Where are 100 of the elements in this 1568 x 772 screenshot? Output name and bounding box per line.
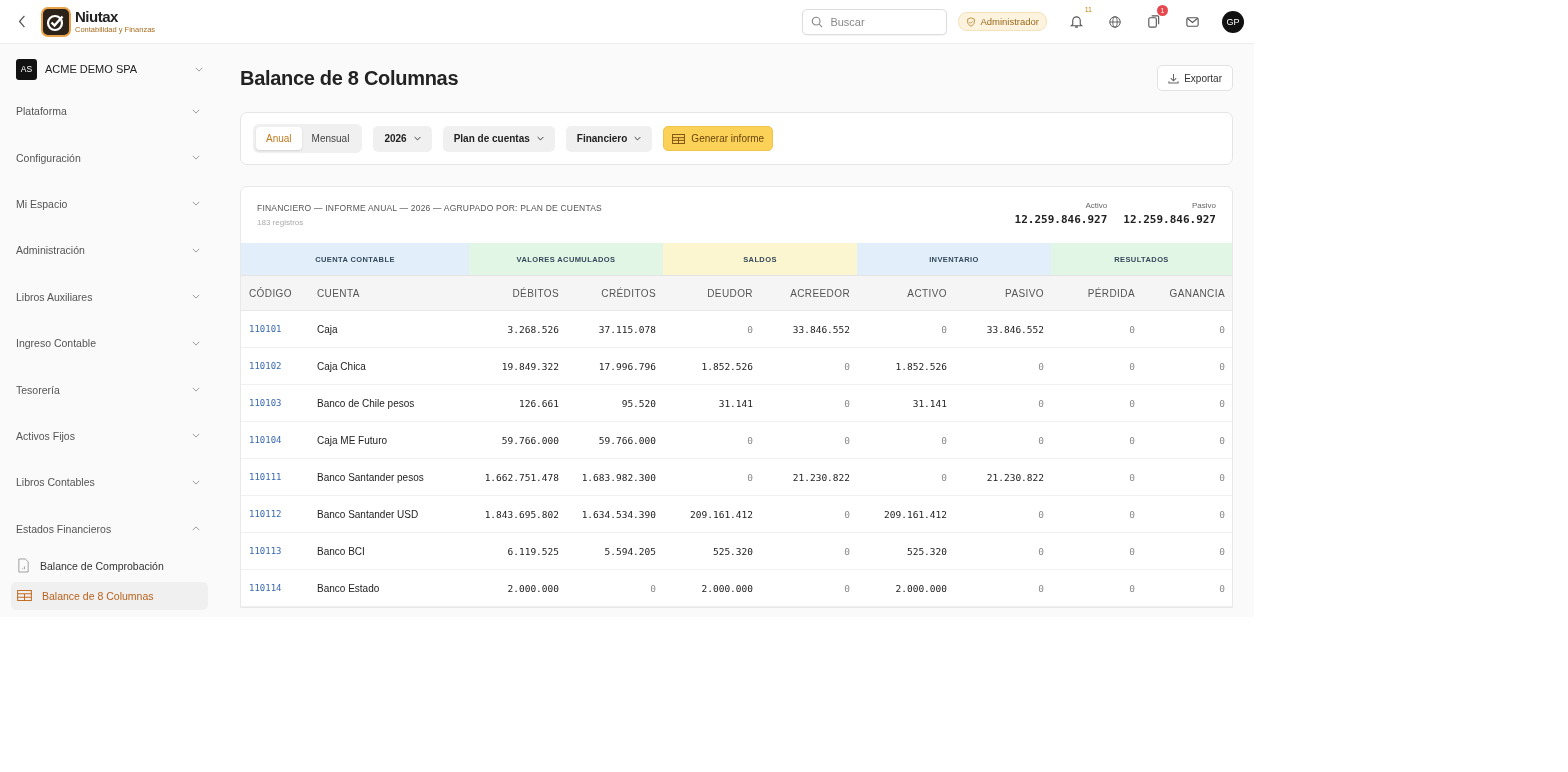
table-cell-text: 0: [843, 544, 851, 559]
filter-dropdown[interactable]: 2026: [373, 125, 432, 152]
table-cell-text: 0: [746, 322, 754, 337]
sidebar-section[interactable]: Ingreso Contable: [11, 319, 208, 367]
total-value: 12.259.846.927: [1014, 213, 1108, 226]
table-cell-text: 0: [1128, 433, 1136, 448]
account-code-link[interactable]: 110102: [241, 348, 309, 384]
account-code-link[interactable]: 110101: [241, 311, 309, 347]
account-code-link[interactable]: 110103: [241, 385, 309, 421]
chevron-down-icon: [192, 479, 200, 485]
table-cell-text: 0: [1037, 581, 1045, 596]
user-avatar[interactable]: GP: [1222, 10, 1244, 33]
table-cell-text: 0: [843, 507, 851, 522]
column-header: GANANCIA: [1168, 286, 1226, 301]
table-cell-text: 0: [746, 433, 754, 448]
total-label: Activo: [1085, 201, 1108, 210]
sidebar-item[interactable]: Balance de Comprobación: [11, 551, 208, 580]
company-name: ACME DEMO SPA: [45, 63, 139, 75]
chevron-up-icon: [192, 526, 200, 532]
sidebar-section[interactable]: Libros Auxiliares: [11, 273, 208, 320]
back-icon[interactable]: [18, 15, 26, 28]
table-cell-text: 0: [1037, 507, 1045, 522]
account-code-link[interactable]: 110104: [241, 422, 309, 458]
table-cell-text: 2.000.000: [700, 581, 754, 596]
sidebar-section[interactable]: Administración: [11, 227, 208, 274]
table-cell-text: 19.849.322: [500, 359, 560, 374]
column-header: DEUDOR: [706, 286, 754, 301]
export-button[interactable]: Exportar: [1157, 65, 1233, 91]
account-code-link[interactable]: 110112: [241, 496, 309, 532]
sidebar-section[interactable]: Configuración: [11, 134, 208, 181]
page-title: Balance de 8 Columnas: [240, 66, 459, 90]
chevron-down-icon: [192, 340, 200, 346]
table-cell-text: 0: [940, 322, 948, 337]
sidebar-section[interactable]: Activos Fijos: [11, 412, 208, 460]
total-label: Pasivo: [1192, 201, 1216, 210]
table-cell-text: 0: [1128, 322, 1136, 337]
table-cell-text: 59.766.000: [597, 433, 657, 448]
table-cell-text: 525.320: [711, 544, 754, 559]
column-header: PASIVO: [1004, 286, 1045, 301]
table-cell-text: 0: [843, 359, 851, 374]
table-cell-text: Banco Santander USD: [316, 507, 420, 522]
table-cell-text: 525.320: [905, 544, 948, 559]
table-cell-text: 2.000.000: [506, 581, 560, 596]
table-cell-text: 33.846.552: [985, 322, 1045, 337]
column-header: ACTIVO: [906, 286, 948, 301]
column-header: ACREEDOR: [789, 286, 851, 301]
table-cell-text: 0: [1037, 433, 1045, 448]
table-cell-text: 0: [1037, 544, 1045, 559]
table-cell-text: 0: [843, 396, 851, 411]
table-cell-text: 0: [1218, 433, 1226, 448]
table-cell-text: 1.634.534.390: [580, 507, 657, 522]
sidebar-section[interactable]: Libros Contables: [11, 459, 208, 506]
account-code-link[interactable]: 110113: [241, 533, 309, 569]
table-cell-text: 1.843.695.802: [483, 507, 560, 522]
clipboard-icon[interactable]: [1146, 14, 1161, 29]
sidebar-section[interactable]: Plataforma: [11, 88, 208, 135]
mail-icon[interactable]: [1185, 14, 1200, 29]
sidebar-section[interactable]: Tesorería: [11, 366, 208, 413]
table-cell-text: 1.683.982.300: [580, 470, 657, 485]
table-cell-text: 21.230.822: [985, 470, 1045, 485]
download-icon: [1168, 72, 1180, 84]
period-tab[interactable]: Mensual: [301, 127, 360, 150]
table-cell-text: 0: [1128, 507, 1136, 522]
table-cell-text: Caja: [316, 322, 339, 337]
chevron-down-icon: [192, 247, 200, 253]
period-tab[interactable]: Anual: [256, 127, 302, 150]
table-cell-text: 0: [1218, 322, 1226, 337]
table-cell-text: 0: [1218, 396, 1226, 411]
sidebar-section[interactable]: Estados Financieros: [11, 505, 208, 552]
table-cell-text: 0: [940, 433, 948, 448]
chevron-down-icon: [192, 294, 200, 300]
filter-dropdown[interactable]: Financiero: [565, 125, 653, 152]
column-header: CÓDIGO: [248, 286, 293, 301]
account-code-link[interactable]: 110114: [241, 570, 309, 606]
account-code-link[interactable]: 110111: [241, 459, 309, 495]
table-cell-text: 0: [1218, 507, 1226, 522]
sidebar-item[interactable]: Balance de 8 Columnas: [11, 581, 208, 610]
table-cell-text: Banco Santander pesos: [316, 470, 425, 485]
chevron-down-icon: [192, 201, 200, 207]
table-cell-text: 0: [1037, 396, 1045, 411]
search-field[interactable]: Buscar: [802, 8, 948, 35]
bell-icon[interactable]: [1069, 14, 1084, 29]
table-cell-text: 209.161.412: [883, 507, 948, 522]
table-cell-text: 33.846.552: [791, 322, 851, 337]
chevron-down-icon: [192, 387, 200, 393]
sidebar-section[interactable]: Mi Espacio: [11, 180, 208, 228]
globe-icon[interactable]: [1108, 14, 1122, 29]
chevron-down-icon: [413, 136, 421, 141]
company-selector[interactable]: AS ACME DEMO SPA: [11, 57, 208, 81]
table-cell-text: 1.662.751.478: [483, 470, 560, 485]
generate-report-button[interactable]: Generar informe: [663, 126, 774, 151]
table-cell-text: 0: [1218, 581, 1226, 596]
table-cell-text: 6.119.525: [506, 544, 560, 559]
table-cell-text: 21.230.822: [791, 470, 851, 485]
table-cell-text: 31.141: [911, 396, 948, 411]
filter-dropdown[interactable]: Plan de cuentas: [442, 125, 555, 152]
table-cell-text: 95.520: [620, 396, 657, 411]
table-cell-text: 0: [1128, 544, 1136, 559]
table-cell-text: 0: [1128, 581, 1136, 596]
column-header: CRÉDITOS: [600, 286, 657, 301]
